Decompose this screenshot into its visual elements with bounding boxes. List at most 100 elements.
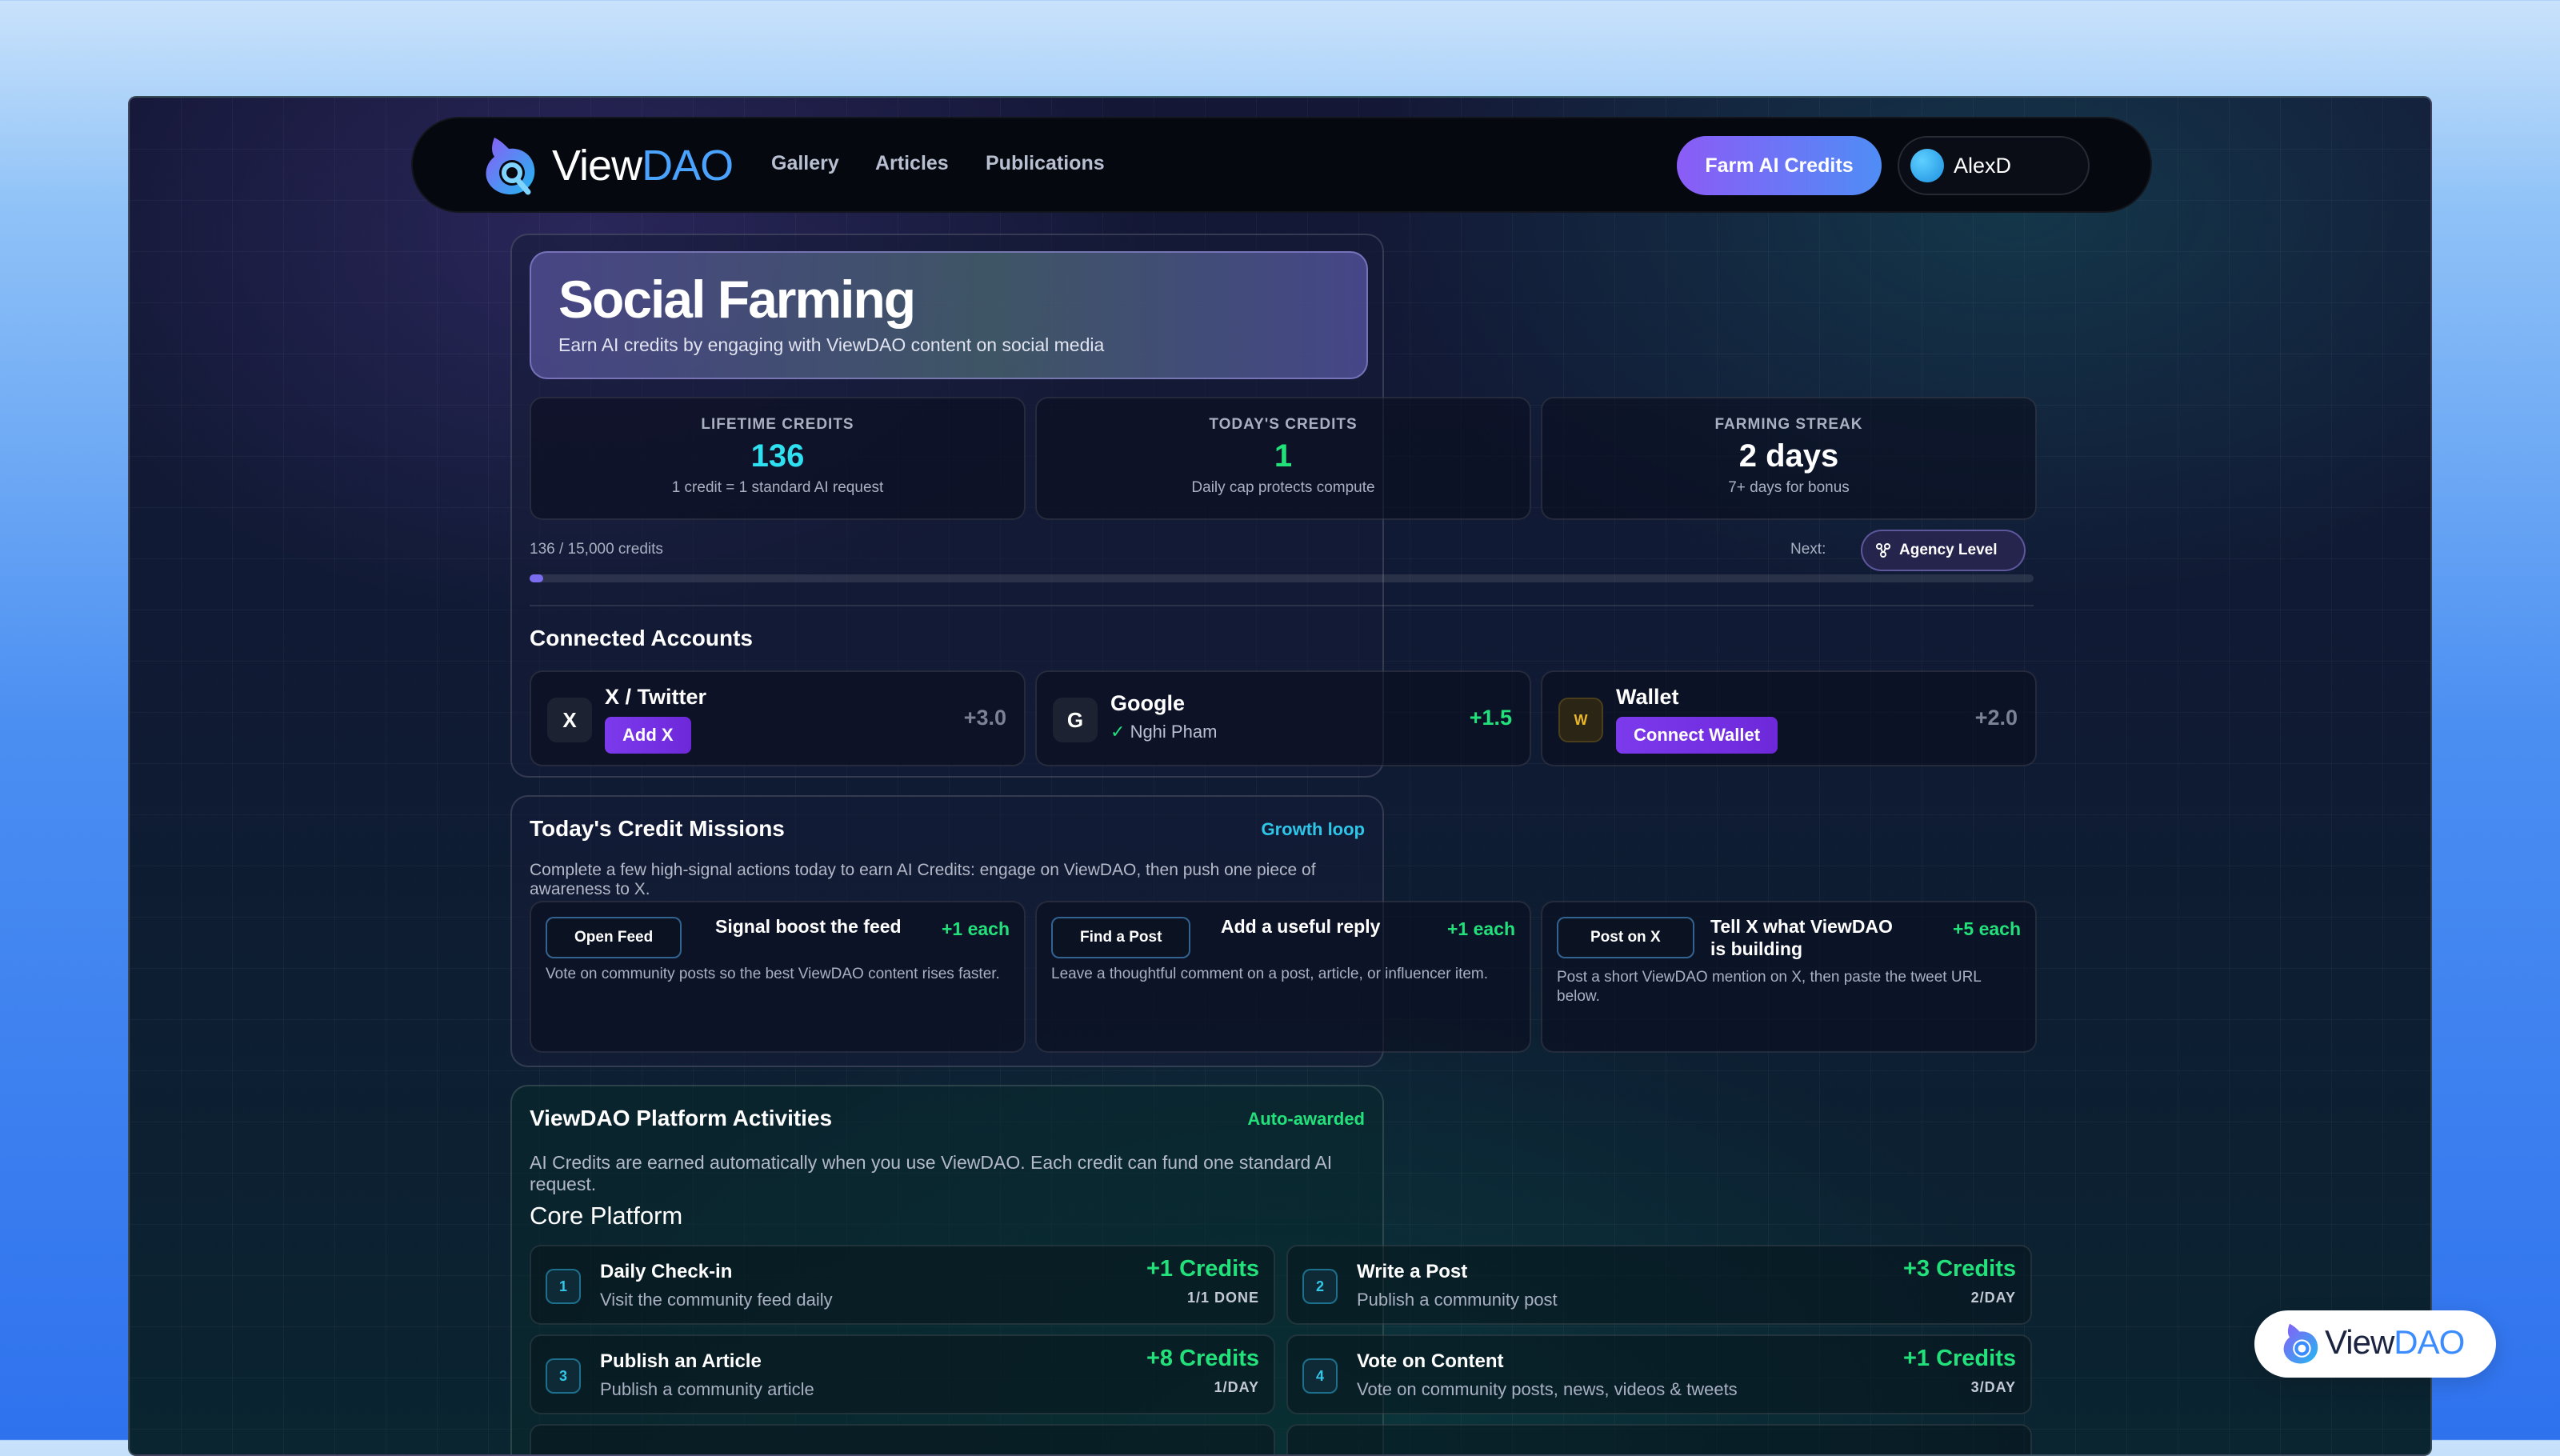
network-icon <box>1875 542 1891 558</box>
core-platform-heading: Core Platform <box>530 1202 683 1230</box>
avatar <box>1910 149 1944 182</box>
nav-link-publications[interactable]: Publications <box>986 152 1105 175</box>
watermark-text: ViewDAO <box>2325 1323 2465 1362</box>
stat-note: 1 credit = 1 standard AI request <box>671 479 884 496</box>
activity-title: Write a Post <box>1357 1261 1468 1282</box>
watermark-view: View <box>2325 1323 2394 1361</box>
account-bonus: +1.5 <box>1469 706 1512 730</box>
nav-link-gallery[interactable]: Gallery <box>771 152 839 175</box>
stat-value: 1 <box>1274 438 1293 474</box>
activity-number: 2 <box>1302 1269 1338 1304</box>
mission-title: Tell X what ViewDAO is building <box>1710 916 1893 959</box>
activities-heading: ViewDAO Platform Activities <box>530 1106 833 1130</box>
user-menu-button[interactable]: AlexD <box>1898 136 2090 195</box>
activities-description: AI Credits are earned automatically when… <box>530 1152 1333 1194</box>
mission-card: Find a Post Add a useful reply +1 each L… <box>1035 901 1531 1053</box>
watermark-dao: DAO <box>2394 1323 2465 1361</box>
growth-loop-tag: Growth loop <box>1261 819 1365 839</box>
stat-lifetime-credits: LIFETIME CREDITS 136 1 credit = 1 standa… <box>530 397 1026 520</box>
browser-window: ViewDAO Gallery Articles Publications Fa… <box>128 96 2432 1456</box>
account-user: Nghi Pham <box>1130 722 1218 742</box>
stat-value: 136 <box>750 438 805 474</box>
platform-activities-panel: ViewDAO Platform Activities Auto-awarded… <box>510 1085 2032 1454</box>
google-logo-icon: G <box>1053 698 1098 742</box>
check-icon: ✓ <box>1110 722 1126 742</box>
activity-limit: 2/DAY <box>1970 1290 2016 1306</box>
activity-credit: +8 Credits <box>1146 1346 1259 1371</box>
auto-awarded-tag: Auto-awarded <box>1247 1109 1365 1129</box>
activity-credit: +1 Credits <box>1146 1256 1259 1282</box>
activity-credit: +3 Credits <box>1902 1256 2016 1282</box>
viewdao-logo-icon[interactable] <box>483 134 538 198</box>
activity-description: Vote on community posts, news, videos & … <box>1357 1379 1738 1399</box>
stat-label: LIFETIME CREDITS <box>701 416 854 433</box>
page-title: Social Farming <box>558 270 916 329</box>
stat-label: TODAY'S CREDITS <box>1209 416 1358 433</box>
brand-dao: DAO <box>642 142 734 190</box>
brand-name[interactable]: ViewDAO <box>552 141 734 190</box>
mission-reward: +5 each <box>1952 918 2021 939</box>
account-status: ✓ Nghi Pham <box>1110 722 1217 742</box>
next-level-badge[interactable]: Agency Level <box>1861 530 2026 571</box>
account-card-google: G Google ✓ Nghi Pham +1.5 <box>1035 670 1531 766</box>
mission-reward: +1 each <box>1446 918 1515 939</box>
mission-description: Leave a thoughtful comment on a post, ar… <box>1051 966 1489 982</box>
activity-card <box>1286 1424 2032 1454</box>
account-card-x: X X / Twitter Add X +3.0 <box>530 670 1026 766</box>
account-name: Wallet <box>1616 685 1679 709</box>
activity-card: 2 Write a Post Publish a community post … <box>1286 1245 2032 1325</box>
credit-missions-panel: Today's Credit Missions Growth loop Comp… <box>510 795 2037 1067</box>
viewdao-watermark: ViewDAO <box>2254 1310 2496 1378</box>
account-name: X / Twitter <box>605 685 707 709</box>
stat-label: FARMING STREAK <box>1714 416 1863 433</box>
mission-reward: +1 each <box>941 918 1010 939</box>
account-name: Google <box>1110 691 1185 715</box>
mission-card: Post on X Tell X what ViewDAO is buildin… <box>1541 901 2037 1053</box>
stat-note: 7+ days for bonus <box>1728 479 1850 496</box>
wallet-icon: W <box>1558 698 1603 742</box>
stat-farming-streak: FARMING STREAK 2 days 7+ days for bonus <box>1541 397 2037 520</box>
stat-todays-credits: TODAY'S CREDITS 1 Daily cap protects com… <box>1035 397 1531 520</box>
mission-description: Vote on community posts so the best View… <box>546 966 1000 982</box>
social-farming-panel: Social Farming Earn AI credits by engagi… <box>510 234 2037 778</box>
open-feed-button[interactable]: Open Feed <box>546 917 682 958</box>
activity-description: Visit the community feed daily <box>600 1290 833 1310</box>
activity-title: Vote on Content <box>1357 1350 1504 1372</box>
missions-heading: Today's Credit Missions <box>530 816 785 841</box>
mission-title: Signal boost the feed <box>715 916 902 937</box>
activity-limit: 1/DAY <box>1214 1379 1259 1395</box>
activity-title: Daily Check-in <box>600 1261 733 1282</box>
activity-limit: 1/1 DONE <box>1186 1290 1259 1306</box>
activity-card: 4 Vote on Content Vote on community post… <box>1286 1334 2032 1414</box>
viewdao-logo-icon <box>2283 1323 2318 1364</box>
activity-card <box>530 1424 1275 1454</box>
account-bonus: +2.0 <box>1974 706 2018 730</box>
x-logo-icon: X <box>547 698 592 742</box>
missions-description: Complete a few high-signal actions today… <box>530 861 1316 898</box>
stat-value: 2 days <box>1738 438 1839 474</box>
brand-view: View <box>552 142 642 190</box>
credits-progress-bar <box>530 574 2034 582</box>
connect-wallet-button[interactable]: Connect Wallet <box>1616 717 1778 754</box>
activity-number: 3 <box>546 1358 581 1394</box>
mission-card: Open Feed Signal boost the feed +1 each … <box>530 901 1026 1053</box>
page-subtitle: Earn AI credits by engaging with ViewDAO… <box>558 334 1105 355</box>
add-x-button[interactable]: Add X <box>605 717 691 754</box>
find-a-post-button[interactable]: Find a Post <box>1051 917 1191 958</box>
activity-card: 1 Daily Check-in Visit the community fee… <box>530 1245 1275 1325</box>
activity-card: 3 Publish an Article Publish a community… <box>530 1334 1275 1414</box>
post-on-x-button[interactable]: Post on X <box>1557 917 1694 958</box>
progress-fill <box>530 574 544 582</box>
next-level-name: Agency Level <box>1899 542 1998 558</box>
nav-link-articles[interactable]: Articles <box>875 152 949 175</box>
account-card-wallet: W Wallet Connect Wallet +2.0 <box>1541 670 2037 766</box>
mission-description: Post a short ViewDAO mention on X, then … <box>1557 969 1982 1005</box>
stat-note: Daily cap protects compute <box>1191 479 1375 496</box>
account-bonus: +3.0 <box>963 706 1006 730</box>
divider <box>530 605 2034 606</box>
activity-credit: +1 Credits <box>1902 1346 2016 1371</box>
activity-number: 1 <box>546 1269 581 1304</box>
activity-number: 4 <box>1302 1358 1338 1394</box>
next-level-label: Next: <box>1790 541 1826 558</box>
farm-ai-credits-button[interactable]: Farm AI Credits <box>1677 136 1882 195</box>
